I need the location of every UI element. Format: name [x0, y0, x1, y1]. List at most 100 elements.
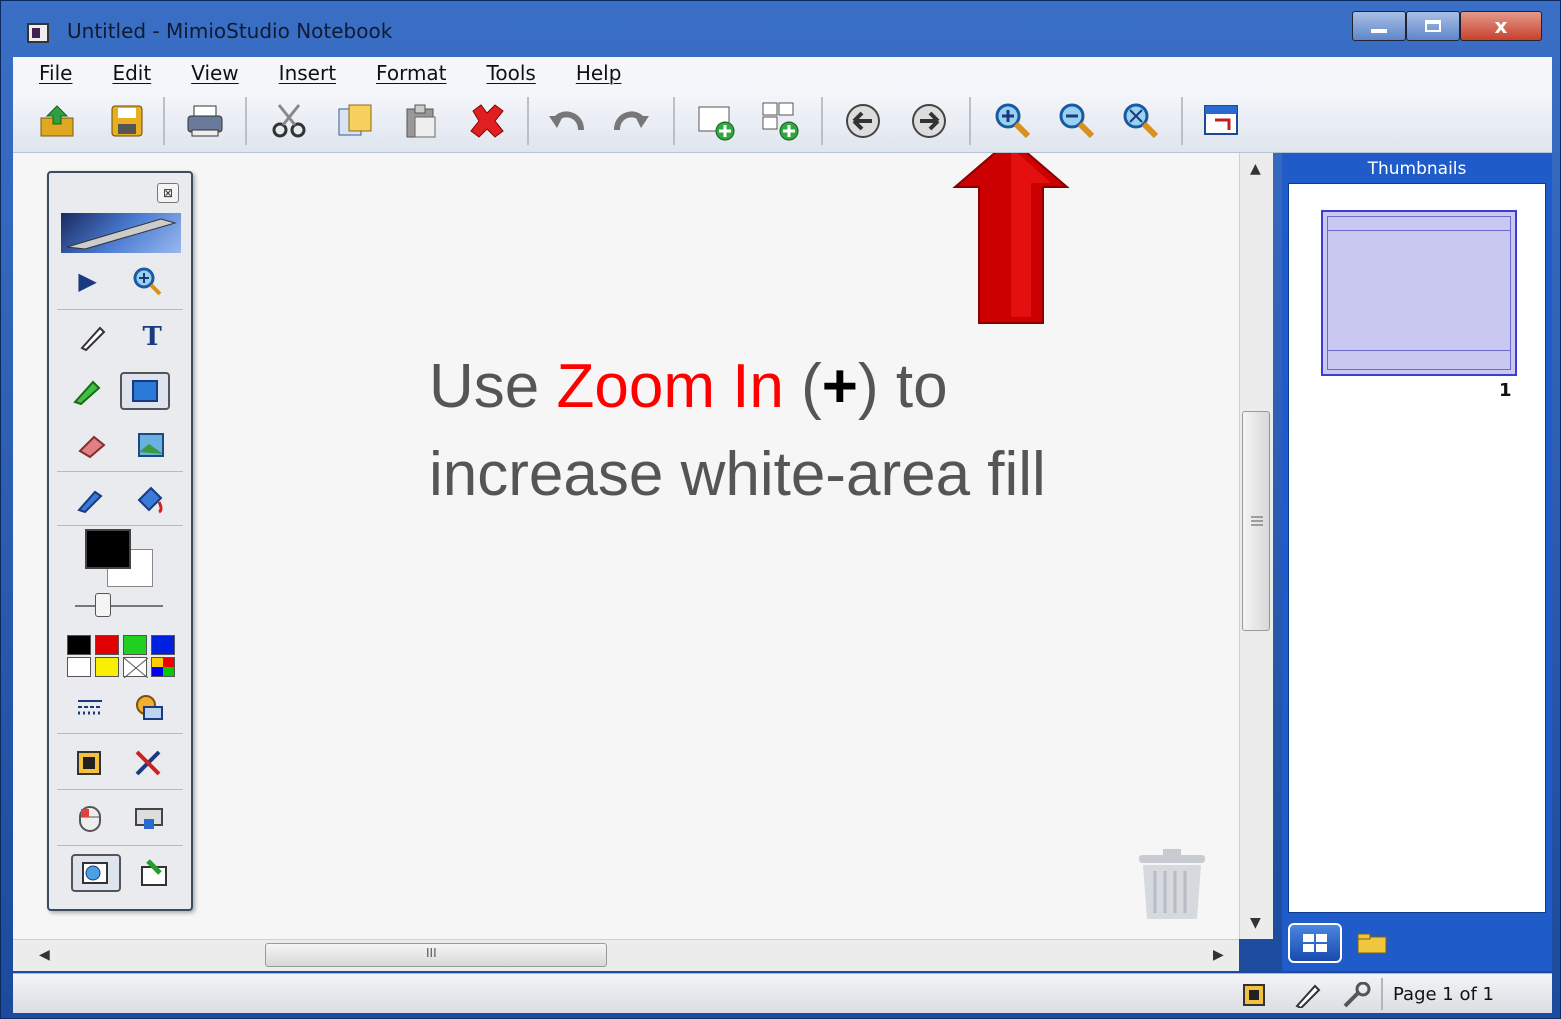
menu-help[interactable]: Help	[576, 61, 622, 85]
zoom-out-icon[interactable]	[1055, 99, 1099, 143]
scroll-grip: III	[426, 946, 437, 960]
previous-page-icon[interactable]	[841, 99, 885, 143]
outline-color-swatch[interactable]	[85, 529, 131, 569]
settings-wrench-icon[interactable]	[1341, 982, 1371, 1008]
delete-icon[interactable]	[465, 99, 509, 143]
add-page-icon[interactable]	[695, 99, 739, 143]
maximize-button[interactable]	[1406, 11, 1460, 41]
mimio-toolbox: ⊠ ▶ T	[47, 171, 193, 911]
color-red-swatch[interactable]	[95, 635, 119, 655]
color-black-swatch[interactable]	[67, 635, 91, 655]
paren-open: (	[783, 352, 822, 421]
undo-icon[interactable]	[545, 99, 589, 143]
app-icon[interactable]	[27, 23, 49, 43]
image-tool-icon[interactable]	[137, 432, 165, 458]
text-tool-icon[interactable]: T	[142, 322, 161, 352]
print-icon[interactable]	[183, 99, 227, 143]
pen-tool-icon[interactable]	[78, 322, 108, 352]
window-controls: x	[1352, 11, 1542, 41]
page-thumbnail[interactable]	[1321, 210, 1517, 376]
thumbnails-title: Thumbnails	[1367, 159, 1467, 179]
minimize-button[interactable]	[1352, 11, 1406, 41]
toolbox-close-button[interactable]: ⊠	[157, 183, 179, 203]
vertical-scrollbar[interactable]: ▲ ▼	[1239, 153, 1273, 939]
open-icon[interactable]	[35, 99, 79, 143]
cut-icon[interactable]	[267, 99, 311, 143]
plus-symbol: +	[821, 352, 858, 421]
duplicate-page-icon[interactable]	[759, 99, 803, 143]
menu-edit[interactable]: Edit	[112, 61, 151, 85]
redo-icon[interactable]	[609, 99, 653, 143]
toolbox-pen-banner	[61, 213, 181, 253]
mouse-mode-icon[interactable]	[77, 805, 103, 833]
import-icon[interactable]	[140, 859, 170, 887]
pen-status-icon[interactable]	[1293, 982, 1321, 1008]
fill-tool-icon[interactable]	[133, 484, 165, 514]
color-green-swatch[interactable]	[123, 635, 147, 655]
annotation-arrow	[952, 153, 1070, 324]
vertical-scroll-thumb[interactable]	[1242, 411, 1270, 631]
shape-style-icon[interactable]	[134, 693, 164, 721]
trash-icon[interactable]	[1137, 847, 1207, 921]
capture-button[interactable]	[70, 854, 121, 892]
color-white-swatch[interactable]	[67, 657, 91, 677]
thumbnails-tab-icon[interactable]	[1288, 923, 1342, 963]
thumbnails-panel: Thumbnails 1	[1282, 153, 1552, 971]
gallery-status-icon[interactable]	[1243, 984, 1265, 1006]
close-button[interactable]: x	[1460, 11, 1542, 41]
color-blue-swatch[interactable]	[151, 635, 175, 655]
gallery-icon[interactable]	[77, 751, 101, 775]
thumbnails-list: 1	[1288, 183, 1546, 913]
notebook-canvas[interactable]: Use Zoom In (+) to increase white-area f…	[13, 153, 1239, 939]
color-more-swatch[interactable]	[151, 657, 175, 677]
line-width-slider[interactable]	[75, 605, 163, 607]
status-bar: Page 1 of 1	[13, 973, 1552, 1013]
paren-close: ) to	[858, 352, 948, 421]
zoom-in-icon[interactable]	[991, 99, 1035, 143]
line-style-icon[interactable]	[76, 695, 104, 719]
color-yellow-swatch[interactable]	[95, 657, 119, 677]
copy-icon[interactable]	[333, 99, 377, 143]
panel-tabs	[1288, 923, 1388, 963]
title-bar: Untitled - MimioStudio Notebook x	[9, 7, 1554, 53]
select-tool-icon[interactable]: ▶	[78, 267, 96, 295]
menu-bar: File Edit View Insert Format Tools Help	[13, 57, 1552, 89]
save-icon[interactable]	[105, 99, 149, 143]
scroll-right-icon[interactable]: ▶	[1213, 947, 1224, 963]
dropper-tool-icon[interactable]	[75, 484, 105, 514]
shape-tool-icon[interactable]	[119, 372, 170, 410]
menu-view[interactable]: View	[191, 61, 238, 85]
line-width-slider-handle[interactable]	[95, 593, 111, 617]
zoom-tool-icon[interactable]	[132, 266, 162, 296]
window-title: Untitled - MimioStudio Notebook	[67, 19, 393, 43]
menu-insert[interactable]: Insert	[279, 61, 336, 85]
main-toolbar	[13, 89, 1552, 153]
zoom-in-highlight: Zoom In	[556, 352, 784, 421]
display-mode-icon[interactable]	[134, 805, 164, 833]
menu-file[interactable]: File	[39, 61, 72, 85]
color-palette	[67, 635, 177, 678]
display-window-icon[interactable]	[1199, 99, 1243, 143]
scroll-left-icon[interactable]: ◀	[39, 947, 50, 963]
horizontal-scroll-thumb[interactable]: III	[265, 943, 607, 967]
gallery-folder-tab-icon[interactable]	[1356, 931, 1388, 955]
close-icon: x	[1494, 14, 1508, 38]
app-window: Untitled - MimioStudio Notebook x File E…	[0, 0, 1561, 1019]
slide-line-2: increase white-area fill	[429, 440, 1046, 509]
next-page-icon[interactable]	[907, 99, 951, 143]
slide-line-1-prefix: Use	[429, 352, 557, 421]
highlighter-tool-icon[interactable]	[71, 376, 101, 406]
zoom-fit-icon[interactable]	[1119, 99, 1163, 143]
eraser-tool-icon[interactable]	[76, 431, 108, 459]
scroll-down-icon[interactable]: ▼	[1250, 915, 1261, 931]
menu-tools[interactable]: Tools	[487, 61, 536, 85]
tools-icon[interactable]	[133, 748, 163, 778]
page-thumbnail-number: 1	[1499, 380, 1512, 401]
menu-format[interactable]: Format	[376, 61, 446, 85]
horizontal-scrollbar[interactable]: ◀ III ▶	[13, 939, 1239, 971]
paste-icon[interactable]	[399, 99, 443, 143]
slide-line-1: Use Zoom In (+) to	[429, 343, 1046, 431]
scroll-up-icon[interactable]: ▲	[1250, 161, 1261, 177]
color-none-swatch[interactable]	[123, 657, 148, 678]
page-indicator: Page 1 of 1	[1393, 984, 1494, 1005]
